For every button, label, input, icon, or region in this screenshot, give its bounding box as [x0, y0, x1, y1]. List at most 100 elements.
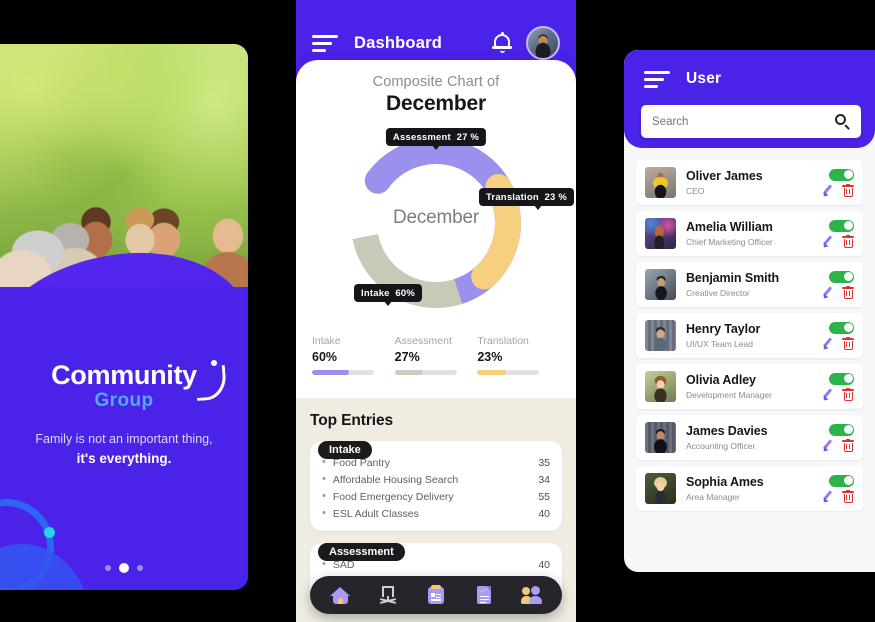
user-header: User	[624, 50, 875, 148]
bell-icon[interactable]	[492, 32, 512, 54]
user-name: Oliver James	[686, 169, 763, 183]
entry-name: Food Emergency Delivery	[332, 490, 454, 503]
entry-value: 40	[538, 507, 550, 520]
tagline-line1: Family is not an important thing,	[35, 432, 213, 446]
list-item[interactable]: • Food Emergency Delivery 55	[322, 488, 550, 505]
stat-translation-name: Translation	[477, 335, 529, 347]
entry-name: Affordable Housing Search	[332, 473, 459, 486]
user-role: Accounting Officer	[686, 441, 756, 451]
row-actions	[821, 219, 854, 249]
user-info: Olivia Adley Development Manager	[686, 373, 821, 400]
table-row[interactable]: Olivia Adley Development Manager	[636, 364, 863, 409]
table-row[interactable]: Sophia Ames Area Manager	[636, 466, 863, 511]
user-info: Henry Taylor UI/UX Team Lead	[686, 322, 821, 349]
tooltip-intake-value: 60%	[395, 287, 415, 299]
stat-translation: Translation 23%	[477, 335, 560, 375]
table-row[interactable]: Henry Taylor UI/UX Team Lead	[636, 313, 863, 358]
trash-icon[interactable]	[842, 234, 854, 248]
tooltip-translation-value: 23 %	[544, 191, 567, 203]
status-toggle[interactable]	[829, 372, 854, 385]
user-panel: User Oliver James CEO	[624, 50, 875, 572]
tagline-line2: it's everything.	[76, 450, 172, 466]
pager-dot-3[interactable]	[137, 565, 143, 571]
tooltip-intake: Intake 60%	[354, 284, 422, 302]
list-item[interactable]: • ESL Adult Classes 40	[322, 505, 550, 522]
tab-chart-stand-icon[interactable]	[377, 584, 399, 606]
user-info: Sophia Ames Area Manager	[686, 475, 821, 502]
user-name: James Davies	[686, 424, 768, 438]
stats-legend: Intake 60% Assessment 27% Translation 23…	[296, 335, 576, 375]
avatar	[645, 167, 676, 198]
table-row[interactable]: Amelia William Chief Marketing Officer	[636, 211, 863, 256]
pencil-icon[interactable]	[821, 490, 833, 504]
dashboard-panel: Dashboard Composite Chart of December De…	[296, 0, 576, 622]
entry-value: 34	[538, 473, 550, 486]
pencil-icon[interactable]	[821, 286, 833, 300]
tab-people-icon[interactable]	[521, 584, 543, 606]
row-actions	[821, 474, 854, 504]
row-actions	[821, 423, 854, 453]
trash-icon[interactable]	[842, 285, 854, 299]
pencil-icon[interactable]	[821, 235, 833, 249]
user-role: Creative Director	[686, 288, 750, 298]
tagline: Family is not an important thing, it's e…	[0, 430, 248, 468]
swoosh-icon	[194, 364, 228, 402]
table-row[interactable]: James Davies Accounting Officer	[636, 415, 863, 460]
row-buttons	[821, 387, 854, 402]
hamburger-icon[interactable]	[644, 70, 670, 88]
bottom-tab-bar	[310, 576, 562, 614]
stat-intake-value: 60%	[312, 350, 338, 364]
user-name: Sophia Ames	[686, 475, 764, 489]
user-avatar[interactable]	[526, 26, 560, 60]
user-role: CEO	[686, 186, 705, 196]
status-toggle[interactable]	[829, 168, 854, 181]
stat-assessment-bar	[394, 370, 457, 375]
status-toggle[interactable]	[829, 474, 854, 487]
avatar	[645, 473, 676, 504]
search-box[interactable]	[641, 105, 861, 138]
pencil-icon[interactable]	[821, 337, 833, 351]
tab-clipboard-icon[interactable]	[425, 584, 447, 606]
table-row[interactable]: Oliver James CEO	[636, 160, 863, 205]
chart-title: December	[386, 92, 486, 115]
trash-icon[interactable]	[842, 489, 854, 503]
search-icon[interactable]	[835, 114, 850, 130]
page-title: User	[686, 70, 722, 87]
trash-icon[interactable]	[842, 336, 854, 350]
page-title: Dashboard	[354, 33, 442, 52]
tab-document-icon[interactable]	[473, 584, 495, 606]
table-row[interactable]: Benjamin Smith Creative Director	[636, 262, 863, 307]
pencil-icon[interactable]	[821, 184, 833, 198]
donut-center-label: December	[392, 207, 480, 228]
user-info: Oliver James CEO	[686, 169, 821, 196]
trash-icon[interactable]	[842, 438, 854, 452]
user-role: Area Manager	[686, 492, 740, 502]
cyan-dot-decoration	[44, 527, 55, 538]
entry-name: ESL Adult Classes	[332, 507, 419, 520]
hamburger-icon[interactable]	[312, 34, 338, 52]
user-info: Benjamin Smith Creative Director	[686, 271, 821, 298]
search-input[interactable]	[652, 115, 835, 128]
tooltip-intake-label: Intake	[361, 287, 390, 299]
status-toggle[interactable]	[829, 321, 854, 334]
status-toggle[interactable]	[829, 219, 854, 232]
status-toggle[interactable]	[829, 423, 854, 436]
pencil-icon[interactable]	[821, 388, 833, 402]
status-toggle[interactable]	[829, 270, 854, 283]
row-buttons	[821, 234, 854, 249]
user-role: UI/UX Team Lead	[686, 339, 753, 349]
tooltip-translation: Translation 23 %	[478, 188, 574, 206]
tooltip-assessment-value: 27 %	[456, 131, 480, 143]
avatar	[645, 422, 676, 453]
trash-icon[interactable]	[842, 387, 854, 401]
row-buttons	[821, 489, 854, 504]
chart-subtitle: Composite Chart of	[372, 74, 500, 90]
pencil-icon[interactable]	[821, 439, 833, 453]
tab-home-icon[interactable]	[329, 584, 351, 606]
list-item[interactable]: • Affordable Housing Search 34	[322, 471, 550, 488]
pager-dots[interactable]	[0, 563, 248, 573]
trash-icon[interactable]	[842, 183, 854, 197]
user-info: James Davies Accounting Officer	[686, 424, 821, 451]
pager-dot-1[interactable]	[105, 565, 111, 571]
pager-dot-2[interactable]	[119, 563, 129, 573]
